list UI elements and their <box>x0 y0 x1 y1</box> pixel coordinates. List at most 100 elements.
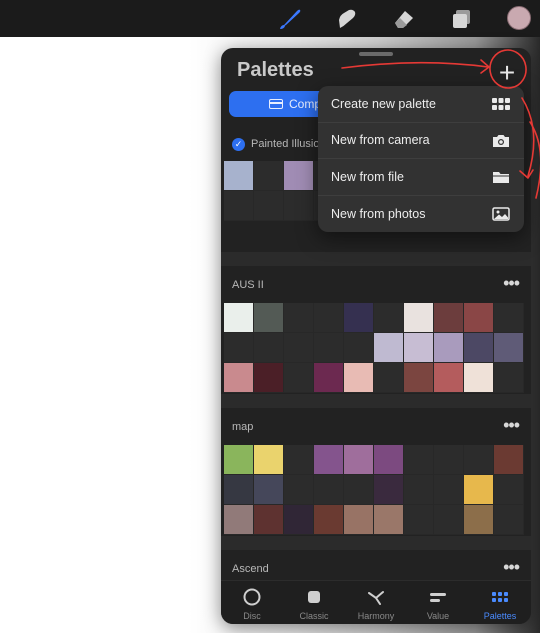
color-swatch[interactable] <box>464 505 494 535</box>
color-swatch[interactable] <box>254 191 284 221</box>
color-swatch[interactable] <box>494 475 524 505</box>
color-swatch[interactable] <box>374 363 404 393</box>
color-swatch[interactable] <box>374 303 404 333</box>
color-swatch[interactable] <box>434 363 464 393</box>
palette-swatch-grid <box>224 445 524 535</box>
color-swatch[interactable] <box>224 161 254 191</box>
color-swatch[interactable] <box>284 445 314 475</box>
color-swatch[interactable] <box>434 445 464 475</box>
tab-harmony[interactable]: Harmony <box>345 581 407 624</box>
color-swatch[interactable] <box>404 475 434 505</box>
smudge-icon[interactable] <box>333 5 361 33</box>
palette-name: AUS II <box>232 279 264 291</box>
color-swatch[interactable] <box>344 363 374 393</box>
color-swatch[interactable] <box>284 505 314 535</box>
color-swatch[interactable] <box>254 333 284 363</box>
color-swatch[interactable] <box>464 363 494 393</box>
color-swatch[interactable] <box>314 475 344 505</box>
eraser-icon[interactable] <box>390 5 418 33</box>
color-swatch[interactable] <box>284 475 314 505</box>
color-swatch[interactable] <box>284 333 314 363</box>
color-swatch[interactable] <box>344 505 374 535</box>
color-swatch[interactable] <box>314 445 344 475</box>
top-toolbar <box>0 0 540 37</box>
color-swatch-button[interactable] <box>507 6 531 30</box>
color-swatch[interactable] <box>404 363 434 393</box>
color-swatch[interactable] <box>464 303 494 333</box>
color-swatch[interactable] <box>254 445 284 475</box>
palette-name: Painted Illusio <box>251 138 320 150</box>
color-swatch[interactable] <box>374 445 404 475</box>
color-swatch[interactable] <box>224 505 254 535</box>
color-swatch[interactable] <box>404 445 434 475</box>
more-options-icon[interactable]: ••• <box>503 415 520 436</box>
menu-item-label: New from file <box>331 169 404 184</box>
color-swatch[interactable] <box>344 475 374 505</box>
plus-icon: + <box>498 57 516 88</box>
color-swatch[interactable] <box>314 505 344 535</box>
color-swatch[interactable] <box>494 333 524 363</box>
color-swatch[interactable] <box>404 505 434 535</box>
brush-icon[interactable] <box>276 5 304 33</box>
layers-icon[interactable] <box>448 5 476 33</box>
tab-value[interactable]: Value <box>407 581 469 624</box>
color-swatch[interactable] <box>224 191 254 221</box>
color-swatch[interactable] <box>314 333 344 363</box>
tab-palettes[interactable]: Palettes <box>469 581 531 624</box>
color-swatch[interactable] <box>494 303 524 333</box>
color-swatch[interactable] <box>434 475 464 505</box>
color-swatch[interactable] <box>344 333 374 363</box>
menu-item-create-new-palette[interactable]: Create new palette <box>318 86 524 123</box>
color-swatch[interactable] <box>374 333 404 363</box>
palette-name: map <box>232 421 254 433</box>
more-options-icon[interactable]: ••• <box>503 273 520 294</box>
color-swatch[interactable] <box>284 161 314 191</box>
menu-item-new-from-camera[interactable]: New from camera <box>318 123 524 159</box>
color-swatch[interactable] <box>254 303 284 333</box>
folder-icon <box>493 172 509 183</box>
grid-icon <box>492 98 510 110</box>
color-swatch[interactable] <box>254 161 284 191</box>
color-swatch[interactable] <box>224 333 254 363</box>
color-swatch[interactable] <box>314 363 344 393</box>
classic-icon <box>308 591 320 603</box>
color-swatch[interactable] <box>224 363 254 393</box>
color-swatch[interactable] <box>464 475 494 505</box>
color-swatch[interactable] <box>404 303 434 333</box>
color-swatch[interactable] <box>494 505 524 535</box>
more-options-icon[interactable]: ••• <box>503 557 520 578</box>
color-swatch[interactable] <box>494 363 524 393</box>
color-mode-tabs: Disc Classic Harmony Value Palettes <box>221 580 531 624</box>
color-swatch[interactable] <box>434 303 464 333</box>
add-palette-button[interactable]: + <box>491 57 523 89</box>
color-swatch[interactable] <box>464 333 494 363</box>
tab-classic[interactable]: Classic <box>283 581 345 624</box>
color-swatch[interactable] <box>284 363 314 393</box>
color-swatch[interactable] <box>434 333 464 363</box>
palette-header[interactable]: map ••• <box>221 415 531 441</box>
color-swatch[interactable] <box>284 303 314 333</box>
color-swatch[interactable] <box>284 191 314 221</box>
tab-disc[interactable]: Disc <box>221 581 283 624</box>
color-swatch[interactable] <box>224 445 254 475</box>
color-swatch[interactable] <box>494 445 524 475</box>
color-swatch[interactable] <box>374 505 404 535</box>
color-swatch[interactable] <box>344 303 374 333</box>
menu-item-new-from-photos[interactable]: New from photos <box>318 196 524 233</box>
color-swatch[interactable] <box>254 475 284 505</box>
color-swatch[interactable] <box>254 363 284 393</box>
color-swatch[interactable] <box>314 303 344 333</box>
color-swatch[interactable] <box>434 505 464 535</box>
menu-item-new-from-file[interactable]: New from file <box>318 159 524 196</box>
color-swatch[interactable] <box>224 303 254 333</box>
photo-icon <box>492 206 510 221</box>
panel-drag-handle[interactable] <box>359 52 393 56</box>
color-swatch[interactable] <box>254 505 284 535</box>
palette-divider <box>221 394 531 408</box>
color-swatch[interactable] <box>404 333 434 363</box>
color-swatch[interactable] <box>374 475 404 505</box>
color-swatch[interactable] <box>224 475 254 505</box>
color-swatch[interactable] <box>464 445 494 475</box>
color-swatch[interactable] <box>344 445 374 475</box>
palette-header[interactable]: AUS II ••• <box>221 273 531 299</box>
